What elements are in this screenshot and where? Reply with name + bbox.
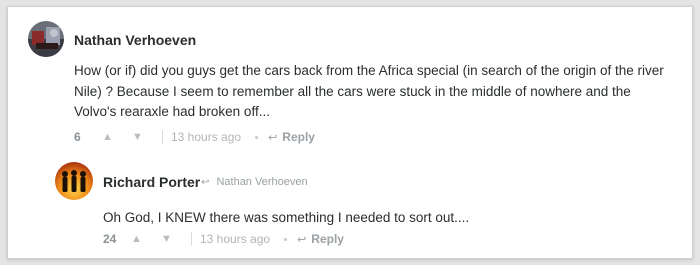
downvote-icon[interactable]: ▼ [132,131,162,143]
comment-body: How (or if) did you guys get the cars ba… [74,63,664,119]
upvote-icon[interactable]: ▲ [102,131,132,143]
downvote-icon[interactable]: ▼ [161,233,191,245]
reply-button[interactable]: ↩ Reply [268,130,315,144]
timestamp[interactable]: 13 hours ago [200,232,270,246]
reply-to-icon: ↩ [201,177,210,188]
reply-icon: ↩ [268,131,278,144]
reply-icon: ↩ [297,233,307,246]
separator-dot [284,237,288,241]
reply-button[interactable]: ↩ Reply [297,232,344,246]
comment-footer: 6 ▲ ▼ 13 hours ago ↩ Reply [74,129,315,145]
avatar[interactable] [55,162,93,200]
comments-panel: Nathan Verhoeven How (or if) did you guy… [7,6,693,259]
reply-to-author: Nathan Verhoeven [216,176,308,188]
comment-footer: 24 ▲ ▼ 13 hours ago ↩ Reply [103,231,344,247]
reply-label: Reply [282,130,315,144]
upvote-icon[interactable]: ▲ [131,233,161,245]
vote-count: 6 [74,130,81,144]
avatar[interactable] [28,21,64,57]
comment-author[interactable]: Nathan Verhoeven [74,32,196,48]
timestamp[interactable]: 13 hours ago [171,130,241,144]
in-reply-to[interactable]: ↩ Nathan Verhoeven [201,176,308,188]
divider [191,232,192,246]
comment-author[interactable]: Richard Porter [103,174,200,190]
separator-dot [255,135,259,139]
comment-body: Oh God, I KNEW there was something I nee… [103,210,470,225]
divider [162,130,163,144]
vote-count: 24 [103,232,117,246]
reply-label: Reply [311,232,344,246]
